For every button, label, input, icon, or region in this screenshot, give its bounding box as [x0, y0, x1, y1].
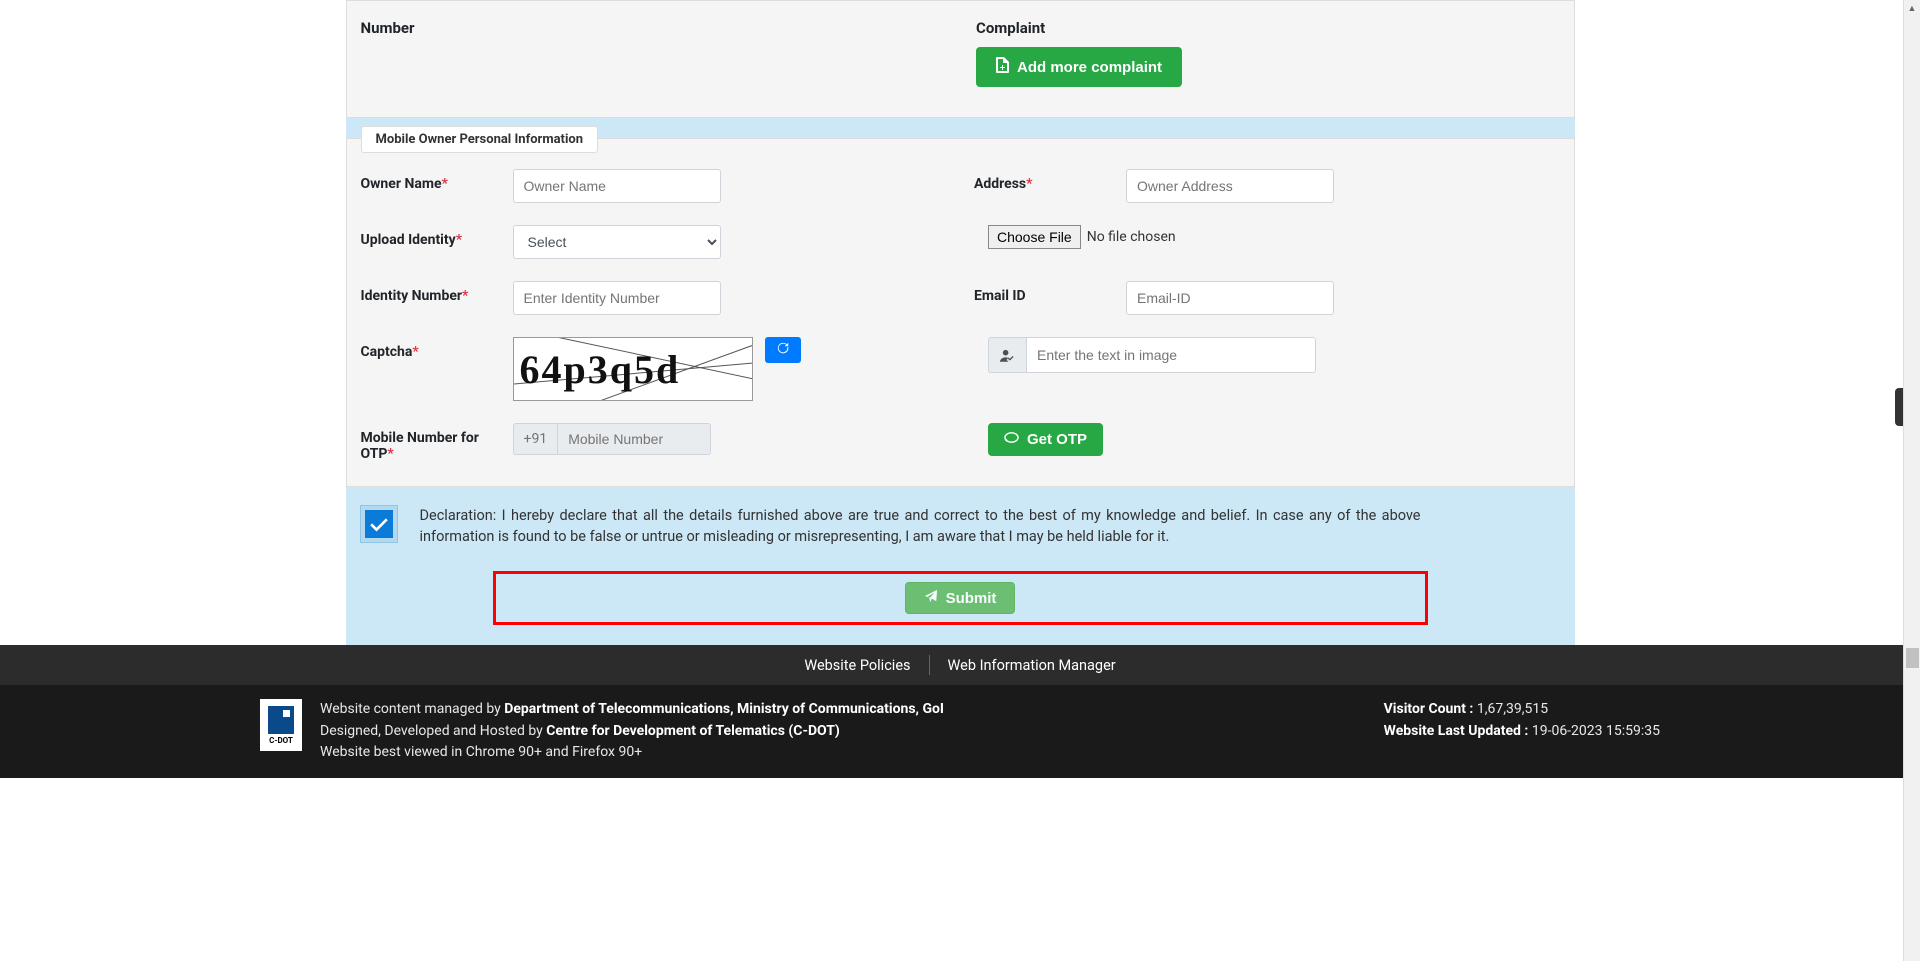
- file-chosen-text: No file chosen: [1087, 229, 1176, 245]
- scroll-up-arrow-icon[interactable]: ▲: [1904, 0, 1920, 17]
- send-icon: [924, 589, 938, 607]
- choose-file-button[interactable]: Choose File: [988, 225, 1081, 249]
- email-id-input[interactable]: [1126, 281, 1334, 315]
- device-info-card: Number Complaint Add more complaint: [346, 0, 1575, 118]
- personal-info-fieldset: Mobile Owner Personal Information Owner …: [346, 138, 1575, 487]
- cdot-logo: C-DOT: [260, 699, 302, 751]
- address-input[interactable]: [1126, 169, 1334, 203]
- submit-button[interactable]: Submit: [905, 582, 1016, 614]
- owner-name-label: Owner Name*: [361, 169, 499, 192]
- declaration-text: Declaration: I hereby declare that all t…: [420, 505, 1561, 547]
- captcha-image: 64p3q5d: [513, 337, 753, 401]
- file-icon: [996, 57, 1009, 77]
- vertical-scrollbar[interactable]: ▲: [1903, 0, 1920, 961]
- footer-content-text: Website content managed by Department of…: [320, 699, 944, 764]
- email-id-label: Email ID: [974, 281, 1112, 304]
- side-helper-tab[interactable]: [1895, 388, 1903, 426]
- chat-icon: [1004, 430, 1019, 449]
- get-otp-button[interactable]: Get OTP: [988, 423, 1103, 456]
- mobile-number-input[interactable]: [557, 423, 711, 455]
- mobile-otp-label: Mobile Number for OTP*: [361, 423, 499, 462]
- mobile-prefix: +91: [513, 423, 558, 455]
- captcha-refresh-button[interactable]: [765, 337, 801, 363]
- complaint-label: Complaint: [976, 19, 1552, 37]
- declaration-area: Declaration: I hereby declare that all t…: [346, 487, 1575, 557]
- identity-number-label: Identity Number*: [361, 281, 499, 304]
- number-label: Number: [361, 19, 937, 37]
- scroll-thumb[interactable]: [1906, 648, 1919, 668]
- add-more-complaint-button[interactable]: Add more complaint: [976, 47, 1182, 87]
- personal-info-legend: Mobile Owner Personal Information: [361, 126, 599, 153]
- captcha-input[interactable]: [1026, 337, 1316, 373]
- user-check-icon: [988, 337, 1026, 373]
- upload-identity-label: Upload Identity*: [361, 225, 499, 248]
- submit-highlight-box: Submit: [493, 571, 1428, 625]
- footer-link-policies[interactable]: Website Policies: [786, 657, 928, 674]
- address-label: Address*: [974, 169, 1112, 192]
- captcha-label: Captcha*: [361, 337, 499, 360]
- declaration-checkbox[interactable]: [365, 510, 393, 538]
- identity-number-input[interactable]: [513, 281, 721, 315]
- upload-identity-select[interactable]: Select: [513, 225, 721, 259]
- footer-link-web-info[interactable]: Web Information Manager: [930, 657, 1134, 674]
- footer-stats: Visitor Count : 1,67,39,515 Website Last…: [1384, 699, 1660, 742]
- owner-name-input[interactable]: [513, 169, 721, 203]
- refresh-icon: [776, 341, 790, 359]
- page-footer: Website Policies Web Information Manager…: [0, 645, 1920, 778]
